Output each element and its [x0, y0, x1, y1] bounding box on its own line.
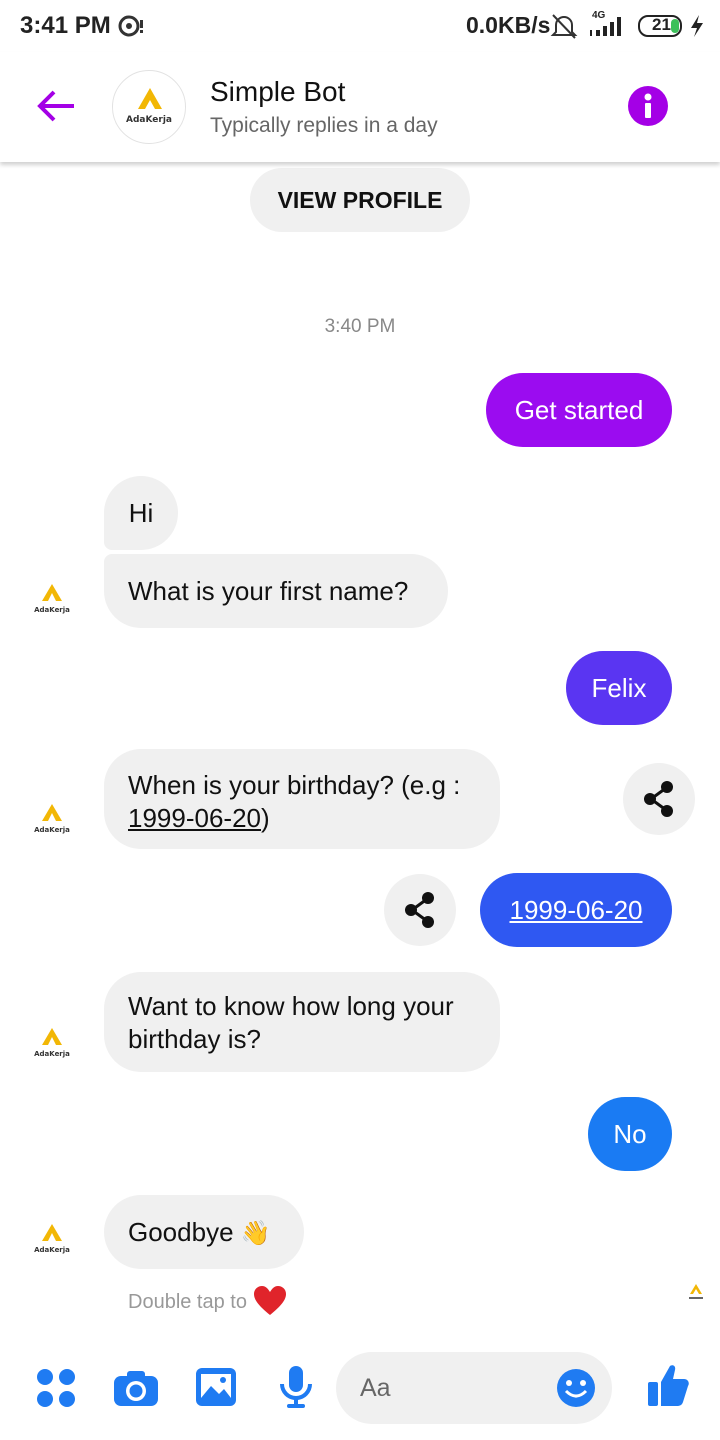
paren-close: ) [261, 803, 270, 833]
hint-text: Double tap to [128, 1291, 247, 1313]
bot-avatar[interactable]: AdaKerja [112, 70, 186, 144]
message-no[interactable]: No [588, 1097, 672, 1171]
chat-header: AdaKerja Simple Bot Typically replies in… [0, 52, 720, 162]
gallery-icon[interactable] [194, 1366, 238, 1408]
logo-text-small: AdaKerja [34, 606, 70, 614]
logo-text: AdaKerja [126, 115, 172, 125]
mute-icon [550, 14, 578, 39]
share-button[interactable] [384, 874, 456, 946]
double-tap-hint: Double tap to [128, 1286, 287, 1316]
chat-subtitle: Typically replies in a day [210, 114, 438, 137]
share-button[interactable] [623, 763, 695, 835]
how-long-line2: birthday is? [128, 1024, 261, 1054]
message-birthday-answer[interactable]: 1999-06-20 [480, 873, 672, 947]
read-receipt-avatar-icon [689, 1284, 703, 1299]
notification-icon [118, 15, 143, 37]
message-get-started[interactable]: Get started [486, 373, 672, 447]
adakerja-logo-icon: AdaKerja [34, 1224, 70, 1254]
heart-icon [253, 1286, 286, 1315]
emoji-icon[interactable] [556, 1368, 596, 1408]
goodbye-text: Goodbye [128, 1217, 234, 1247]
share-icon [405, 892, 434, 928]
message-felix[interactable]: Felix [566, 651, 672, 725]
logo-text-small: AdaKerja [34, 1246, 70, 1254]
status-bar: 3:41 PM 0.0KB/s 4G 21 [0, 0, 720, 52]
message-input-placeholder: Aa [360, 1374, 391, 1402]
adakerja-logo-icon: AdaKerja [34, 1028, 70, 1058]
charging-icon [691, 15, 703, 37]
birthday-question-line2: 1999-06-20) [128, 802, 476, 835]
info-icon [644, 93, 652, 118]
chat-title[interactable]: Simple Bot [210, 76, 345, 108]
bot-small-avatar: AdaKerja [30, 1220, 74, 1264]
bot-small-avatar: AdaKerja [30, 1024, 74, 1068]
wave-emoji: 👋 [240, 1220, 271, 1247]
apps-icon[interactable] [36, 1368, 76, 1408]
adakerja-logo-icon: AdaKerja [34, 804, 70, 834]
how-long-line1: Want to know how long your [128, 991, 454, 1021]
logo-text-small: AdaKerja [34, 826, 70, 834]
date-link[interactable]: 1999-06-20 [128, 803, 261, 833]
view-profile-button[interactable]: VIEW PROFILE [250, 168, 470, 232]
bot-small-avatar: AdaKerja [30, 800, 74, 844]
adakerja-logo-icon [138, 88, 162, 109]
signal-icon [590, 17, 621, 36]
share-icon [644, 781, 673, 817]
mic-icon[interactable] [278, 1364, 314, 1410]
thumbs-up-icon[interactable] [646, 1362, 690, 1408]
adakerja-logo-icon: AdaKerja [34, 584, 70, 614]
battery-level: 21 [652, 15, 671, 34]
message-goodbye[interactable]: Goodbye 👋 [104, 1195, 304, 1269]
message-first-name[interactable]: What is your first name? [104, 554, 448, 628]
status-time: 3:41 PM [20, 12, 111, 39]
message-how-long[interactable]: Want to know how long your birthday is? [104, 972, 500, 1072]
info-button[interactable] [628, 86, 668, 126]
message-birthday-question[interactable]: When is your birthday? (e.g : 1999-06-20… [104, 749, 500, 849]
logo-text-small: AdaKerja [34, 1050, 70, 1058]
camera-icon[interactable] [112, 1368, 160, 1408]
bot-small-avatar: AdaKerja [30, 580, 74, 624]
timestamp: 3:40 PM [324, 316, 396, 337]
birthday-question-line1: When is your birthday? (e.g : [128, 770, 461, 800]
message-hi[interactable]: Hi [104, 476, 178, 550]
back-arrow-icon[interactable] [36, 88, 76, 124]
network-speed: 0.0KB/s [466, 12, 551, 38]
